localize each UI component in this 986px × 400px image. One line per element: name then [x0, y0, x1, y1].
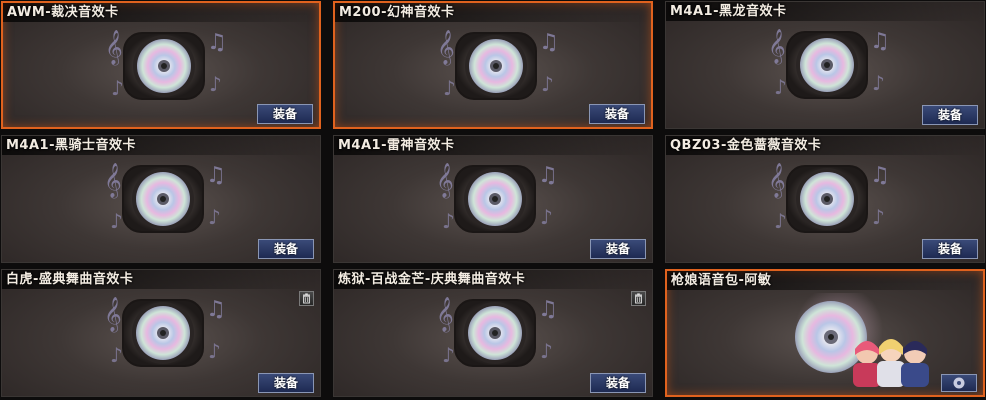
card-title: M4A1-黑骑士音效卡 [2, 136, 320, 155]
equip-button[interactable]: 装备 [590, 239, 646, 259]
sound-card[interactable]: M200-幻神音效卡 装备 [333, 1, 653, 129]
equip-button[interactable]: 装备 [590, 373, 646, 393]
music-disc-icon [767, 28, 891, 100]
card-title: M4A1-雷神音效卡 [334, 136, 652, 155]
sound-card[interactable]: QBZ03-金色蔷薇音效卡 装备 [665, 135, 985, 263]
card-title: 白虎-盛典舞曲音效卡 [2, 270, 320, 289]
equip-button[interactable]: 装备 [589, 104, 645, 124]
equip-button[interactable]: 装备 [258, 373, 314, 393]
music-disc-icon [767, 162, 891, 234]
card-title: 枪娘语音包-阿敏 [667, 271, 983, 290]
character-portraits [853, 339, 929, 387]
trash-icon[interactable] [631, 291, 646, 306]
voice-pack-card[interactable]: 枪娘语音包-阿敏 [665, 269, 985, 397]
music-disc-icon [103, 162, 227, 234]
music-disc-icon [436, 29, 560, 101]
equip-button[interactable]: 装备 [922, 239, 978, 259]
sound-card[interactable]: M4A1-雷神音效卡 装备 [333, 135, 653, 263]
sound-card[interactable]: AWM-裁决音效卡 装备 [1, 1, 321, 129]
sound-card[interactable]: 炼狱-百战金芒-庆典舞曲音效卡 装备 [333, 269, 653, 397]
card-title: AWM-裁决音效卡 [3, 3, 319, 22]
disc-play-icon[interactable] [941, 374, 977, 392]
music-disc-icon [104, 29, 228, 101]
music-disc-icon [435, 296, 559, 368]
trash-icon[interactable] [299, 291, 314, 306]
card-title: 炼狱-百战金芒-庆典舞曲音效卡 [334, 270, 652, 289]
card-title: M200-幻神音效卡 [335, 3, 651, 22]
music-disc-icon [103, 296, 227, 368]
sound-card-grid: AWM-裁决音效卡 装备 M200-幻神音效卡 装备 M4A1-黑龙音效卡 装备… [0, 0, 986, 400]
equip-button[interactable]: 装备 [922, 105, 978, 125]
music-disc-icon [435, 162, 559, 234]
card-title: QBZ03-金色蔷薇音效卡 [666, 136, 984, 155]
equip-button[interactable]: 装备 [257, 104, 313, 124]
card-title: M4A1-黑龙音效卡 [666, 2, 984, 21]
sound-card[interactable]: M4A1-黑龙音效卡 装备 [665, 1, 985, 129]
equip-button[interactable]: 装备 [258, 239, 314, 259]
sound-card[interactable]: M4A1-黑骑士音效卡 装备 [1, 135, 321, 263]
sound-card[interactable]: 白虎-盛典舞曲音效卡 装备 [1, 269, 321, 397]
